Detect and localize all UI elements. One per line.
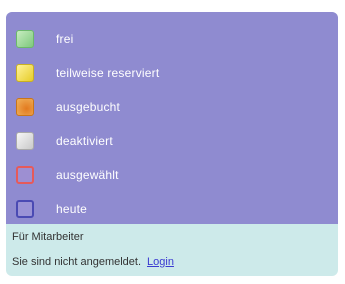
gray-square-icon <box>16 132 34 150</box>
legend-panel: frei teilweise reserviert ausgebucht dea… <box>6 12 338 276</box>
legend-label: ausgewählt <box>56 168 119 182</box>
status-legend: frei teilweise reserviert ausgebucht dea… <box>6 12 338 224</box>
legend-item-ausgebucht: ausgebucht <box>6 98 336 122</box>
red-outline-square-icon <box>16 166 34 184</box>
legend-item-ausgewaehlt: ausgewählt <box>6 166 336 190</box>
legend-item-teilweise-reserviert: teilweise reserviert <box>6 64 336 88</box>
login-status: Sie sind nicht angemeldet. Login <box>12 256 174 268</box>
legend-item-deaktiviert: deaktiviert <box>6 132 336 156</box>
legend-label: teilweise reserviert <box>56 66 160 80</box>
blue-outline-square-icon <box>16 200 34 218</box>
staff-section-title: Für Mitarbeiter <box>12 231 84 243</box>
legend-label: frei <box>56 32 74 46</box>
legend-label: ausgebucht <box>56 100 121 114</box>
legend-label: heute <box>56 202 88 216</box>
yellow-square-icon <box>16 64 34 82</box>
green-square-icon <box>16 30 34 48</box>
orange-square-icon <box>16 98 34 116</box>
legend-item-frei: frei <box>6 30 336 54</box>
login-status-text: Sie sind nicht angemeldet. <box>12 256 142 268</box>
legend-item-heute: heute <box>6 200 336 224</box>
legend-label: deaktiviert <box>56 134 113 148</box>
login-link[interactable]: Login <box>147 256 174 268</box>
